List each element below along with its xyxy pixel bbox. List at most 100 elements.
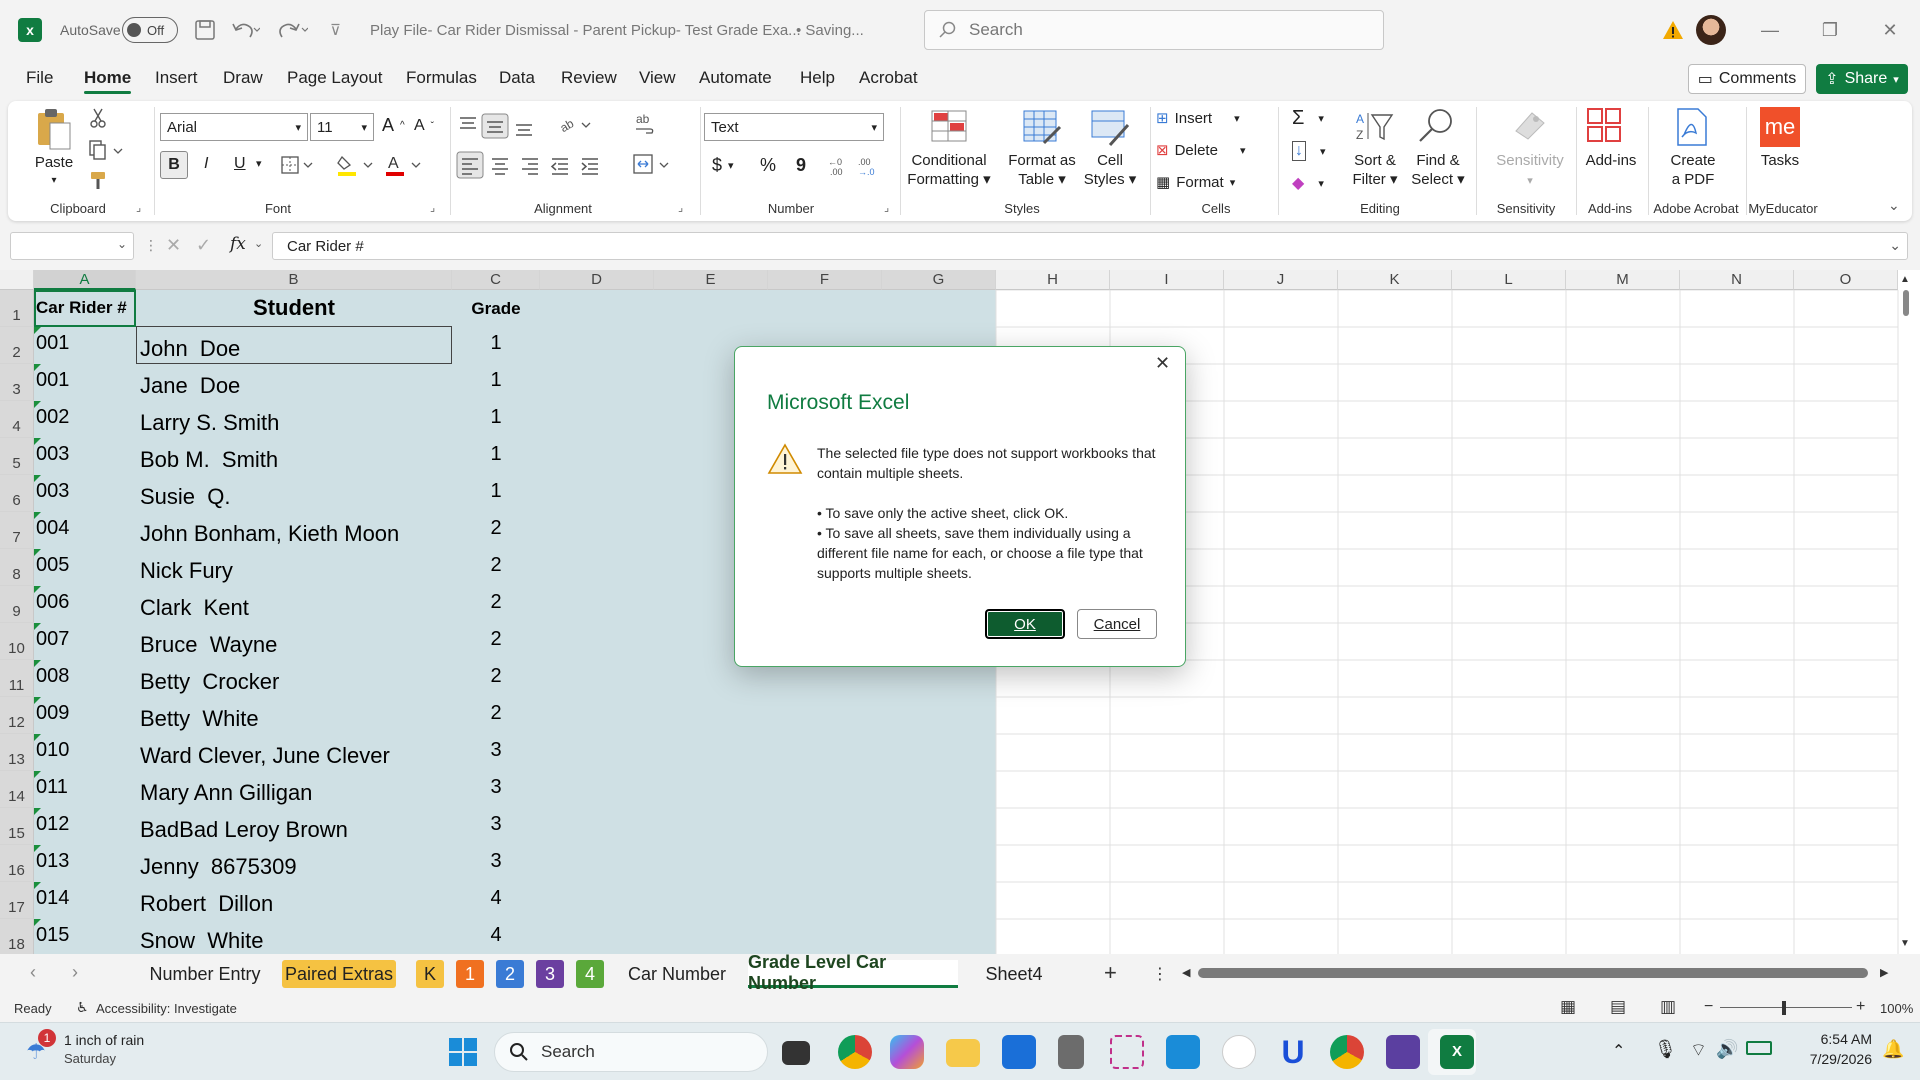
cell-grade[interactable]: 3 <box>452 739 540 762</box>
row-header[interactable]: 17 <box>0 882 34 919</box>
format-as-table-icon[interactable] <box>1022 109 1062 147</box>
close-dialog-icon[interactable]: ✕ <box>1155 353 1170 374</box>
add-ins-button[interactable]: Add-ins <box>1576 151 1646 170</box>
increase-font-icon[interactable]: A ^ <box>382 115 405 136</box>
bold-button[interactable]: B <box>160 151 188 179</box>
cell-styles-icon[interactable] <box>1090 109 1130 147</box>
error-indicator-icon[interactable] <box>34 512 41 519</box>
cell-grade[interactable]: 1 <box>452 369 540 392</box>
vertical-scroll-thumb[interactable] <box>1903 290 1909 316</box>
zoom-level[interactable]: 100% <box>1880 1001 1913 1016</box>
comments-button[interactable]: ▭ Comments <box>1688 64 1806 94</box>
cell-car-rider[interactable]: 008 <box>36 665 69 688</box>
column-header-d[interactable]: D <box>540 270 654 290</box>
menu-data[interactable]: Data <box>499 68 535 88</box>
error-indicator-icon[interactable] <box>34 475 41 482</box>
menu-insert[interactable]: Insert <box>155 68 198 88</box>
chrome-profile-icon[interactable] <box>1330 1035 1364 1069</box>
error-indicator-icon[interactable] <box>34 697 41 704</box>
clear-icon[interactable]: ◆ ▾ <box>1292 173 1324 193</box>
error-indicator-icon[interactable] <box>34 623 41 630</box>
menu-formulas[interactable]: Formulas <box>406 68 477 88</box>
cell-grade[interactable]: 2 <box>452 517 540 540</box>
fill-color-icon[interactable] <box>336 153 376 177</box>
italic-button[interactable]: I <box>204 155 208 173</box>
cell-student[interactable]: Jane Doe <box>140 373 240 399</box>
merge-center-icon[interactable] <box>632 153 672 177</box>
cell-car-rider[interactable]: 012 <box>36 813 69 836</box>
autosum-icon[interactable]: Σ ▾ <box>1292 107 1324 130</box>
underline-button[interactable]: U <box>234 155 246 173</box>
paste-icon[interactable] <box>34 107 74 151</box>
column-header-h[interactable]: H <box>996 270 1110 290</box>
cell-grade[interactable]: 2 <box>452 554 540 577</box>
borders-icon[interactable] <box>280 155 316 175</box>
cell-grade[interactable]: 2 <box>452 665 540 688</box>
create-pdf-button[interactable]: Create a PDF <box>1658 151 1728 189</box>
cell-car-rider[interactable]: 006 <box>36 591 69 614</box>
cell-student[interactable]: Clark Kent <box>140 595 249 621</box>
row-header[interactable]: 11 <box>0 660 34 697</box>
insert-function-icon[interactable]: fx <box>230 234 246 254</box>
align-left-icon[interactable] <box>456 151 616 179</box>
cell-car-rider[interactable]: 001 <box>36 369 69 392</box>
conditional-formatting-button[interactable]: Conditional Formatting ▾ <box>906 151 992 189</box>
delete-cells-button[interactable]: ⊠ Delete ▾ <box>1156 141 1245 160</box>
cell-car-rider[interactable]: 003 <box>36 480 69 503</box>
cell-car-rider[interactable]: 003 <box>36 443 69 466</box>
error-indicator-icon[interactable] <box>34 327 41 334</box>
cell-car-rider[interactable]: 014 <box>36 887 69 910</box>
tab-scroll-right-icon[interactable]: › <box>72 962 78 983</box>
menu-automate[interactable]: Automate <box>699 68 772 88</box>
chevron-down-icon[interactable]: ▾ <box>44 171 64 190</box>
percent-button[interactable]: % <box>760 155 776 176</box>
chevron-down-icon[interactable]: ▾ <box>256 157 262 170</box>
decrease-font-icon[interactable]: Aˇ <box>414 117 434 135</box>
cell-grade[interactable]: 1 <box>452 480 540 503</box>
zoom-out-icon[interactable]: − <box>1704 998 1713 1016</box>
row-header[interactable]: 2 <box>0 327 34 364</box>
column-header-o[interactable]: O <box>1794 270 1898 290</box>
cell-grade[interactable]: 2 <box>452 702 540 725</box>
cell-student[interactable]: BadBad Leroy Brown <box>140 817 348 843</box>
autosave-toggle[interactable]: Off <box>122 0 178 60</box>
scroll-down-icon[interactable]: ▼ <box>1900 938 1910 949</box>
menu-review[interactable]: Review <box>561 68 617 88</box>
row-header[interactable]: 4 <box>0 401 34 438</box>
row-header[interactable]: 9 <box>0 586 34 623</box>
cut-icon[interactable] <box>88 107 110 129</box>
cell-grade[interactable]: 2 <box>452 591 540 614</box>
row-header[interactable]: 15 <box>0 808 34 845</box>
column-header-n[interactable]: N <box>1680 270 1794 290</box>
cell-student[interactable]: Bob M. Smith <box>140 447 278 473</box>
conditional-formatting-icon[interactable] <box>930 109 968 143</box>
wifi-icon[interactable]: ⌔ <box>1690 1039 1707 1062</box>
increase-decimal-icon[interactable]: ←0.00.00 →.0 <box>828 155 884 177</box>
close-window-button[interactable]: ✕ <box>1860 0 1920 60</box>
cell-student[interactable]: Robert Dillon <box>140 891 273 917</box>
more-sheets-icon[interactable]: ⋮ <box>1152 964 1168 984</box>
add-sheet-icon[interactable]: + <box>1104 960 1117 986</box>
cell-student[interactable]: Snow White <box>140 928 264 954</box>
cell-student[interactable]: John Bonham, Kieth Moon <box>140 521 399 547</box>
calculator-icon[interactable] <box>1058 1035 1084 1069</box>
cell-car-rider[interactable]: 004 <box>36 517 69 540</box>
sheet-tab[interactable]: 2 <box>496 960 524 988</box>
column-header-g[interactable]: G <box>882 270 996 290</box>
error-indicator-icon[interactable] <box>34 808 41 815</box>
customize-qat-icon[interactable]: ⊽ <box>330 0 341 60</box>
share-button[interactable]: ⇪ Share ▾ <box>1816 64 1908 94</box>
cell-car-rider[interactable]: 011 <box>36 776 68 799</box>
cancel-button[interactable]: Cancel <box>1077 609 1157 639</box>
add-ins-icon[interactable] <box>1586 107 1624 145</box>
cancel-entry-icon[interactable]: ✕ <box>166 235 181 256</box>
accessibility-status[interactable]: Accessibility: Investigate <box>96 1001 237 1016</box>
row-header[interactable]: 8 <box>0 549 34 586</box>
find-select-icon[interactable] <box>1416 107 1456 145</box>
search-input[interactable]: Search <box>924 10 1384 50</box>
normal-view-icon[interactable]: ▦ <box>1560 997 1576 1017</box>
microphone-icon[interactable]: 🎙 <box>1654 1039 1677 1060</box>
select-all-corner[interactable] <box>0 270 34 290</box>
hscroll-right-icon[interactable]: ▶ <box>1880 966 1888 979</box>
u-app-icon[interactable]: U <box>1276 1035 1310 1069</box>
